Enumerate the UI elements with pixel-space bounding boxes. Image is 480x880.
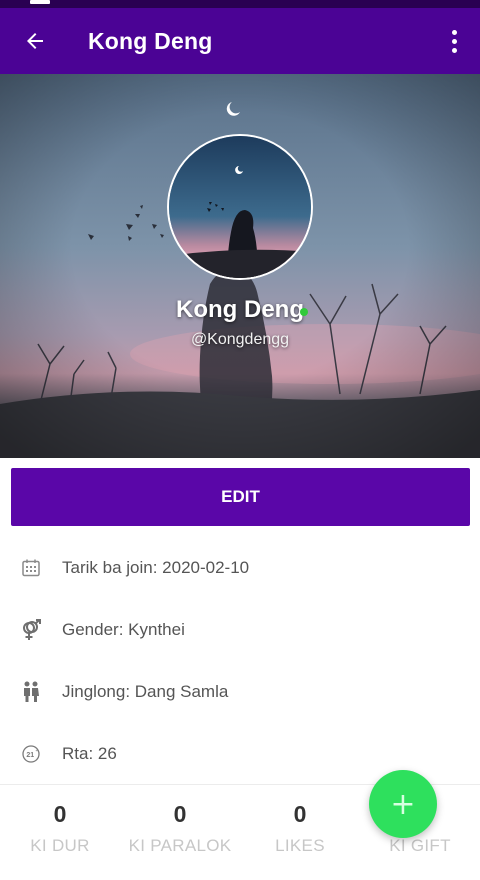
battery-icon [30, 0, 50, 4]
status-bar [0, 0, 480, 8]
app-bar: Kong Deng [0, 8, 480, 74]
edit-profile-button[interactable]: EDIT [11, 468, 470, 526]
add-button[interactable]: + [369, 770, 437, 838]
more-vert-icon-dot [451, 38, 457, 44]
stat-label: KI PARALOK [128, 836, 232, 855]
more-options-button[interactable] [442, 26, 466, 56]
stat-label: LIKES [275, 836, 325, 855]
avatar-image [169, 136, 311, 278]
gender-icon [20, 619, 42, 641]
info-row-join-date: Tarik ba join: 2020-02-10 [0, 548, 480, 588]
svg-text:+: + [36, 748, 39, 754]
stat-followers[interactable]: 0 KI DUR [0, 801, 120, 856]
stat-count: 0 [173, 801, 187, 827]
stat-count: 0 [53, 801, 67, 827]
stat-likes[interactable]: 0 LIKES [240, 801, 360, 856]
info-row-age: 21 + Rta: 26 [0, 734, 480, 774]
couple-icon [20, 681, 42, 703]
page-title: Kong Deng [88, 27, 213, 54]
avatar[interactable] [167, 134, 313, 280]
info-row-relationship: Jinglong: Dang Samla [0, 672, 480, 712]
back-button[interactable] [0, 8, 70, 74]
profile-cover: Kong Deng @Kongdengg [0, 74, 480, 458]
stat-label: KI GIFT [389, 836, 451, 855]
age-21-icon: 21 + [20, 743, 42, 765]
more-vert-icon-dot [451, 47, 457, 53]
age-text: Rta: 26 [62, 744, 117, 763]
profile-name: Kong Deng [176, 296, 304, 323]
stat-label: KI DUR [30, 836, 90, 855]
arrow-left-icon [27, 33, 43, 49]
gender-text: Gender: Kynthei [62, 620, 185, 639]
profile-handle: @Kongdengg [190, 331, 290, 348]
svg-text:21: 21 [26, 752, 34, 759]
join-date-text: Tarik ba join: 2020-02-10 [62, 558, 250, 577]
stat-count: 0 [293, 801, 307, 827]
online-status-indicator [300, 308, 308, 316]
stat-following[interactable]: 0 KI PARALOK [120, 801, 240, 856]
add-icon: + [390, 786, 416, 822]
calendar-icon [20, 557, 42, 579]
more-vert-icon-dot [451, 29, 457, 35]
relationship-text: Jinglong: Dang Samla [62, 682, 229, 701]
info-row-gender: Gender: Kynthei [0, 610, 480, 650]
